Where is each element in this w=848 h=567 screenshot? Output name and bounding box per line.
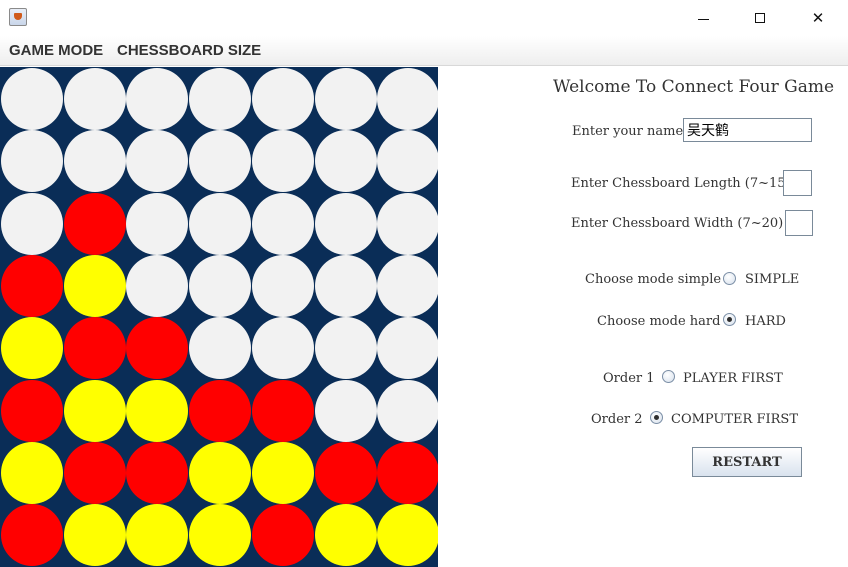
computer-first-option[interactable]: COMPUTER FIRST [671, 412, 798, 427]
disc-red [126, 317, 189, 380]
close-button[interactable]: ✕ [795, 0, 841, 36]
game-board[interactable] [0, 67, 438, 567]
disc-empty [1, 192, 63, 255]
disc-empty [1, 130, 63, 193]
width-input[interactable] [785, 210, 813, 236]
mode-hard-option[interactable]: HARD [745, 314, 786, 329]
mode-simple-option[interactable]: SIMPLE [745, 272, 799, 287]
order1-label: Order 1 [603, 371, 655, 386]
disc-empty [126, 68, 189, 130]
disc-yellow [63, 379, 126, 442]
disc-empty [189, 192, 252, 255]
disc-red [189, 379, 252, 442]
disc-empty [314, 317, 377, 380]
disc-empty [377, 192, 438, 255]
disc-empty [377, 317, 438, 380]
window-titlebar: ✕ [0, 0, 848, 36]
java-app-icon [9, 8, 27, 26]
disc-yellow [251, 441, 314, 504]
disc-yellow [1, 441, 63, 504]
disc-empty [126, 130, 189, 193]
disc-empty [63, 130, 126, 193]
disc-empty [314, 68, 377, 130]
disc-red [126, 441, 189, 504]
disc-red [63, 441, 126, 504]
player-first-option[interactable]: PLAYER FIRST [683, 371, 783, 386]
disc-red [1, 379, 63, 442]
disc-red [1, 254, 63, 317]
disc-yellow [377, 504, 438, 567]
disc-empty [189, 68, 252, 130]
computer-first-radio[interactable] [650, 411, 663, 424]
menu-bar: GAME MODE CHESSBOARD SIZE [0, 36, 848, 66]
order2-label: Order 2 [591, 412, 643, 427]
minimize-button[interactable] [680, 0, 726, 36]
disc-empty [251, 254, 314, 317]
disc-empty [189, 317, 252, 380]
mode-hard-radio[interactable] [723, 313, 736, 326]
disc-red [63, 317, 126, 380]
disc-red [251, 504, 314, 567]
mode-hard-label: Choose mode hard [597, 314, 721, 329]
disc-empty [314, 192, 377, 255]
settings-panel: Welcome To Connect Four Game Enter your … [438, 67, 848, 567]
mode-simple-label: Choose mode simple [585, 272, 722, 287]
welcome-title: Welcome To Connect Four Game [553, 77, 835, 97]
disc-red [314, 441, 377, 504]
player-first-radio[interactable] [662, 370, 675, 383]
disc-empty [377, 130, 438, 193]
disc-yellow [63, 254, 126, 317]
disc-empty [251, 317, 314, 380]
disc-empty [189, 130, 252, 193]
disc-empty [314, 254, 377, 317]
disc-empty [126, 254, 189, 317]
disc-empty [126, 192, 189, 255]
name-input[interactable] [683, 118, 812, 142]
length-label: Enter Chessboard Length (7~15) [571, 176, 791, 191]
disc-empty [189, 254, 252, 317]
disc-empty [251, 130, 314, 193]
disc-empty [377, 379, 438, 442]
disc-red [63, 192, 126, 255]
disc-yellow [189, 504, 252, 567]
maximize-icon [755, 13, 765, 23]
disc-yellow [1, 317, 63, 380]
length-input[interactable] [783, 170, 812, 196]
menu-game-mode[interactable]: GAME MODE [9, 42, 103, 59]
disc-red [1, 504, 63, 567]
disc-empty [1, 68, 63, 130]
restart-button[interactable]: RESTART [692, 447, 802, 477]
disc-yellow [126, 379, 189, 442]
name-label: Enter your name [572, 124, 684, 139]
disc-yellow [63, 504, 126, 567]
mode-simple-radio[interactable] [723, 272, 736, 285]
disc-yellow [314, 504, 377, 567]
disc-empty [314, 130, 377, 193]
disc-red [251, 379, 314, 442]
maximize-button[interactable] [737, 0, 783, 36]
disc-empty [377, 254, 438, 317]
disc-yellow [189, 441, 252, 504]
disc-empty [251, 68, 314, 130]
minimize-icon [697, 18, 709, 20]
disc-empty [63, 68, 126, 130]
close-icon: ✕ [811, 8, 825, 27]
menu-chessboard-size[interactable]: CHESSBOARD SIZE [117, 42, 261, 59]
disc-red [377, 441, 438, 504]
disc-empty [377, 68, 438, 130]
width-label: Enter Chessboard Width (7~20) [571, 216, 784, 231]
disc-empty [251, 192, 314, 255]
disc-empty [314, 379, 377, 442]
disc-yellow [126, 504, 189, 567]
